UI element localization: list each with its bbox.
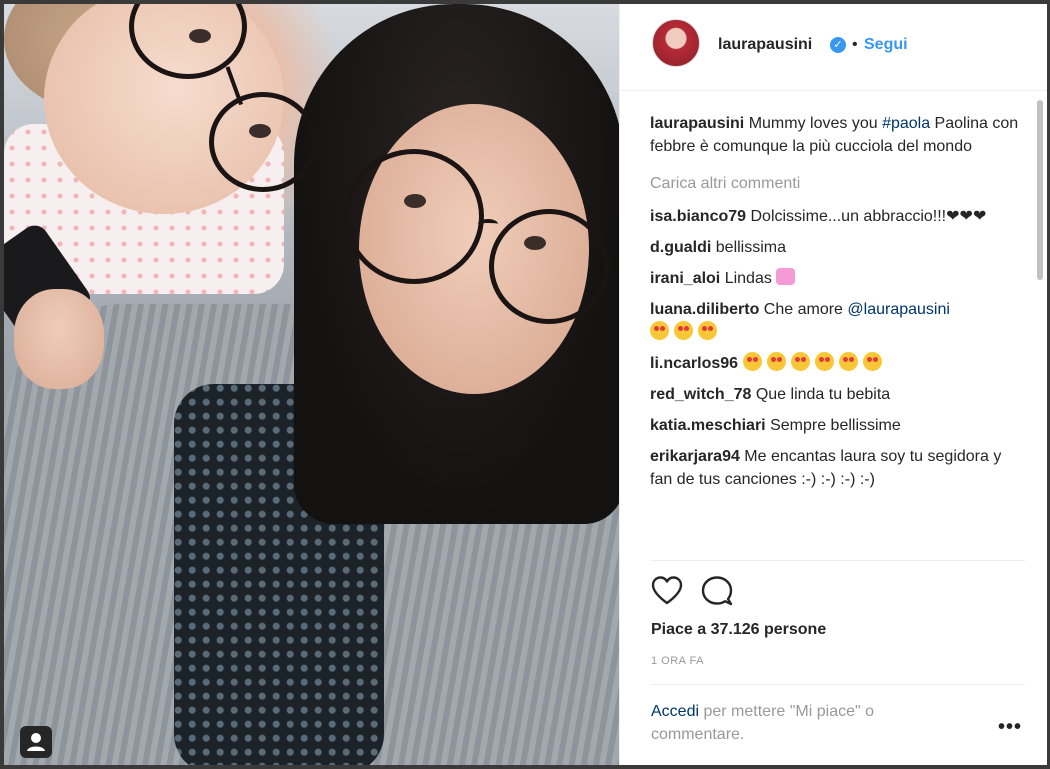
comment: isa.bianco79 Dolcissime...un abbraccio!!… [650,205,1025,228]
heart-eyes-emoji-icon [766,352,786,371]
comment: erikarjara94 Me encantas laura soy tu se… [650,445,1025,491]
heart-icon[interactable] [650,574,684,608]
comment-text [738,355,742,372]
heart-emoji-icon [776,268,796,285]
divider [650,560,1025,561]
heart-eyes-emoji-icon [698,321,717,340]
post-sidebar: laurapausini ✓ • Segui laurapausini Mumm… [619,4,1047,765]
timestamp[interactable]: 1 ORA FA [651,655,704,667]
post-header: laurapausini ✓ • Segui [620,4,1047,91]
login-prompt: Accedi per mettere "Mi piace" o commenta… [651,700,951,746]
comment-text: bellissima [711,239,787,256]
login-link[interactable]: Accedi [651,703,699,720]
separator-dot: • [852,36,858,53]
comments-list: laurapausini Mummy loves you #paola Paol… [650,112,1025,491]
heart-eyes-emoji-icon [674,321,693,340]
heart-eyes-emoji-icon [862,352,882,371]
heart-eyes-emoji-icon [790,352,810,371]
comment: red_witch_78 Que linda tu bebita [650,383,1025,406]
comment: d.gualdi bellissima [650,236,1025,259]
caption-hashtag[interactable]: #paola [882,115,930,132]
glasses-lens [344,149,484,284]
comment-text: Lindas [720,270,772,287]
comment-username[interactable]: erikarjara94 [650,448,740,465]
comments-scrollbar[interactable] [1037,100,1043,280]
comment-mention[interactable]: @laurapausini [847,301,950,318]
glasses-lens [209,92,317,192]
comment-text: Che amore [759,301,848,318]
comment-username[interactable]: isa.bianco79 [650,208,746,225]
caption-text: Mummy loves you [744,115,883,132]
comment-username[interactable]: irani_aloi [650,270,720,287]
comment-icon[interactable] [700,574,734,608]
glasses-bridge [478,219,498,229]
heart-eyes-emoji-icon [838,352,858,371]
glasses-lens [489,209,609,324]
comment-username[interactable]: li.ncarlos96 [650,355,738,372]
username-link[interactable]: laurapausini [718,36,812,54]
caption-username[interactable]: laurapausini [650,115,744,132]
heart-eyes-emoji-icon [650,321,669,340]
load-more-comments[interactable]: Carica altri commenti [650,172,1025,195]
comment: luana.diliberto Che amore @laurapausini [650,298,1025,344]
comment: irani_aloi Lindas [650,267,1025,290]
verified-badge-icon: ✓ [830,37,846,53]
comment-text: Que linda tu bebita [751,386,891,403]
comment-username[interactable]: red_witch_78 [650,386,751,403]
avatar[interactable] [652,19,700,67]
follow-button[interactable]: Segui [864,36,908,54]
caption: laurapausini Mummy loves you #paola Paol… [650,112,1025,158]
heart-eyes-emoji-icon [814,352,834,371]
comment-username[interactable]: luana.diliberto [650,301,759,318]
heart-eyes-emoji-icon [742,352,762,371]
comment: katia.meschiari Sempre bellissime [650,414,1025,437]
likes-count[interactable]: Piace a 37.126 persone [651,621,826,639]
user-tag-icon[interactable] [20,726,52,758]
photo-hand [14,289,104,389]
comment-username[interactable]: katia.meschiari [650,417,766,434]
divider [650,684,1025,685]
comment: li.ncarlos96 [650,352,1025,375]
post-photo[interactable] [4,4,619,765]
comment-username[interactable]: d.gualdi [650,239,711,256]
comment-text: Dolcissime...un abbraccio!!!❤❤❤ [746,208,987,225]
comment-text: Sempre bellissime [765,417,901,434]
more-options-icon[interactable]: ••• [998,716,1022,739]
